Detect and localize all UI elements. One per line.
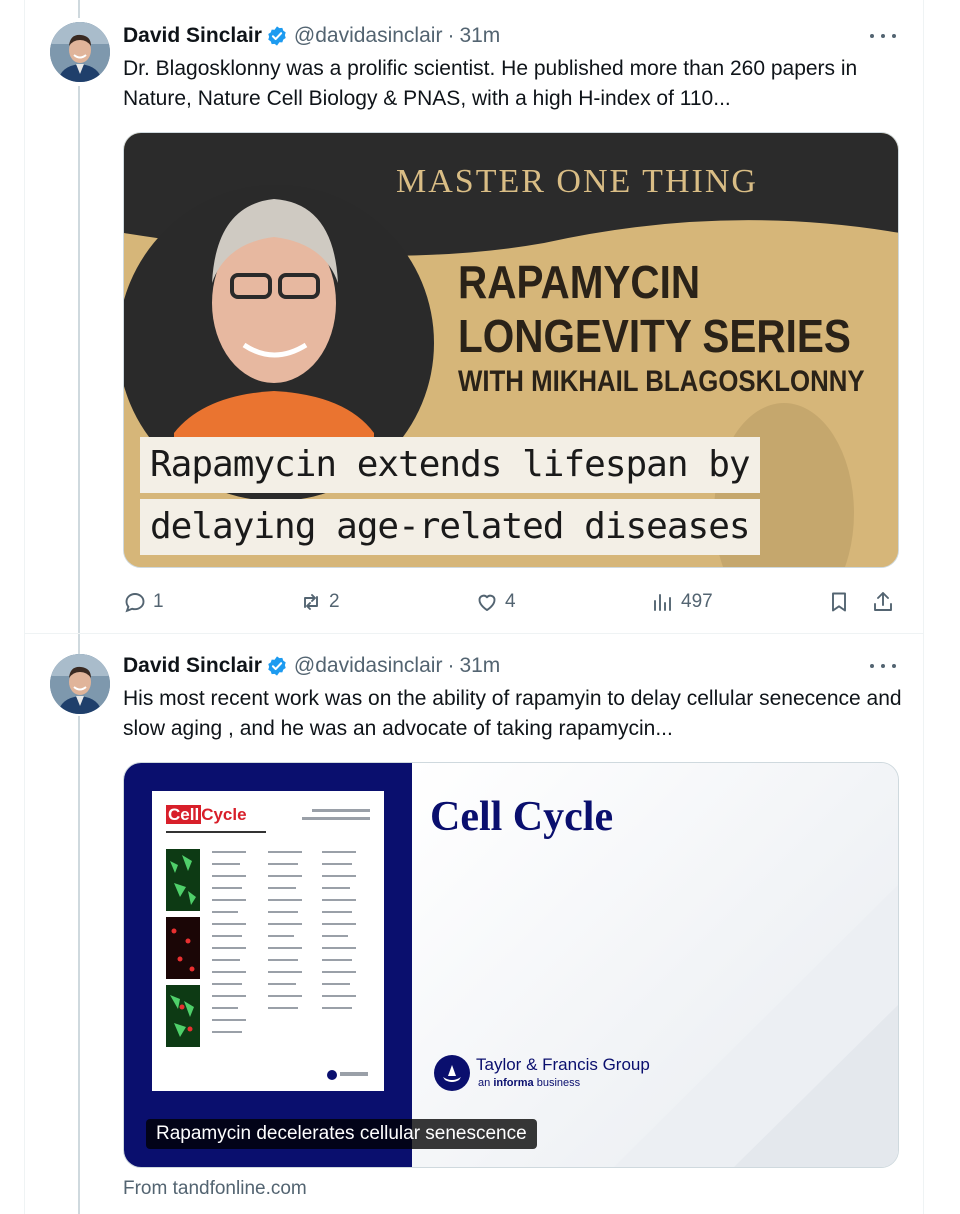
- link-card[interactable]: Cell Cycle Cell Cycle Taylor & Francis G…: [123, 762, 899, 1168]
- card-caption: Rapamycin decelerates cellular senescenc…: [146, 1119, 537, 1149]
- author-name[interactable]: David Sinclair: [123, 24, 262, 48]
- publisher-name: Taylor & Francis Group: [476, 1055, 650, 1074]
- thumbnail-banner: MASTER ONE THING: [396, 163, 758, 200]
- cover-artwork: [166, 809, 370, 1080]
- repost-button[interactable]: 2: [299, 586, 340, 618]
- share-icon: [874, 592, 892, 611]
- header-separator: ·: [447, 24, 455, 47]
- author-handle[interactable]: @davidasinclair: [294, 654, 443, 678]
- thumbnail-title-line1: RAPAMYCIN: [458, 256, 701, 308]
- tweet-header: David Sinclair @davidasinclair · 31m: [123, 22, 500, 50]
- tweet[interactable]: David Sinclair @davidasinclair · 31m Dr.…: [0, 0, 960, 634]
- views-button[interactable]: 497: [651, 586, 713, 618]
- publisher-subtitle-suffix: business: [536, 1077, 581, 1089]
- tweet-actions: 1 2 4 497: [123, 586, 899, 618]
- reply-button[interactable]: 1: [123, 586, 164, 618]
- publisher-subtitle-brand: informa: [493, 1077, 534, 1089]
- author-handle[interactable]: @davidasinclair: [294, 24, 443, 48]
- thumbnail-overlay-line2: delaying age-related diseases: [140, 499, 760, 555]
- thumbnail-title-line2: LONGEVITY SERIES: [458, 310, 851, 362]
- tweet-text: His most recent work was on the ability …: [123, 687, 902, 740]
- tweet[interactable]: David Sinclair @davidasinclair · 31m His…: [0, 634, 960, 1214]
- tweet-text: Dr. Blagosklonny was a prolific scientis…: [123, 57, 858, 110]
- share-button[interactable]: [871, 586, 901, 618]
- like-icon: [478, 594, 496, 611]
- card-image-panel: Cell Cycle: [124, 763, 412, 1167]
- reply-icon: [125, 593, 145, 613]
- verified-badge-icon: [268, 26, 286, 46]
- journal-title: Cell Cycle: [430, 794, 614, 840]
- thumbnail-overlay-line1: Rapamycin extends lifespan by: [140, 437, 760, 493]
- bookmark-button[interactable]: [827, 586, 857, 618]
- repost-count: 2: [329, 591, 340, 612]
- tweet-timestamp[interactable]: 31m: [459, 654, 500, 678]
- avatar[interactable]: [50, 22, 110, 82]
- more-icon[interactable]: [870, 656, 896, 676]
- header-separator: ·: [447, 654, 455, 677]
- card-source-link[interactable]: From tandfonline.com: [123, 1178, 307, 1200]
- bookmark-icon: [832, 592, 846, 612]
- like-count: 4: [505, 591, 516, 612]
- publisher-logo-icon: [434, 1055, 470, 1091]
- views-count: 497: [681, 591, 713, 612]
- publisher-subtitle-prefix: an: [478, 1077, 491, 1089]
- publisher-subtitle: an informa business: [478, 1077, 580, 1089]
- avatar[interactable]: [50, 654, 110, 714]
- journal-cover: Cell Cycle: [152, 791, 384, 1091]
- tweet-header: David Sinclair @davidasinclair · 31m: [123, 652, 500, 680]
- verified-badge-icon: [268, 656, 286, 676]
- tweet-timestamp[interactable]: 31m: [459, 24, 500, 48]
- more-icon[interactable]: [870, 26, 896, 46]
- views-icon: [654, 594, 671, 611]
- thumbnail-title-line3: WITH MIKHAIL BLAGOSKLONNY: [458, 365, 865, 398]
- author-name[interactable]: David Sinclair: [123, 654, 262, 678]
- reply-count: 1: [153, 591, 164, 612]
- video-thumbnail[interactable]: MASTER ONE THING RAPAMYCIN LONGEVITY SER…: [123, 132, 899, 568]
- like-button[interactable]: 4: [475, 586, 516, 618]
- repost-icon: [304, 594, 318, 610]
